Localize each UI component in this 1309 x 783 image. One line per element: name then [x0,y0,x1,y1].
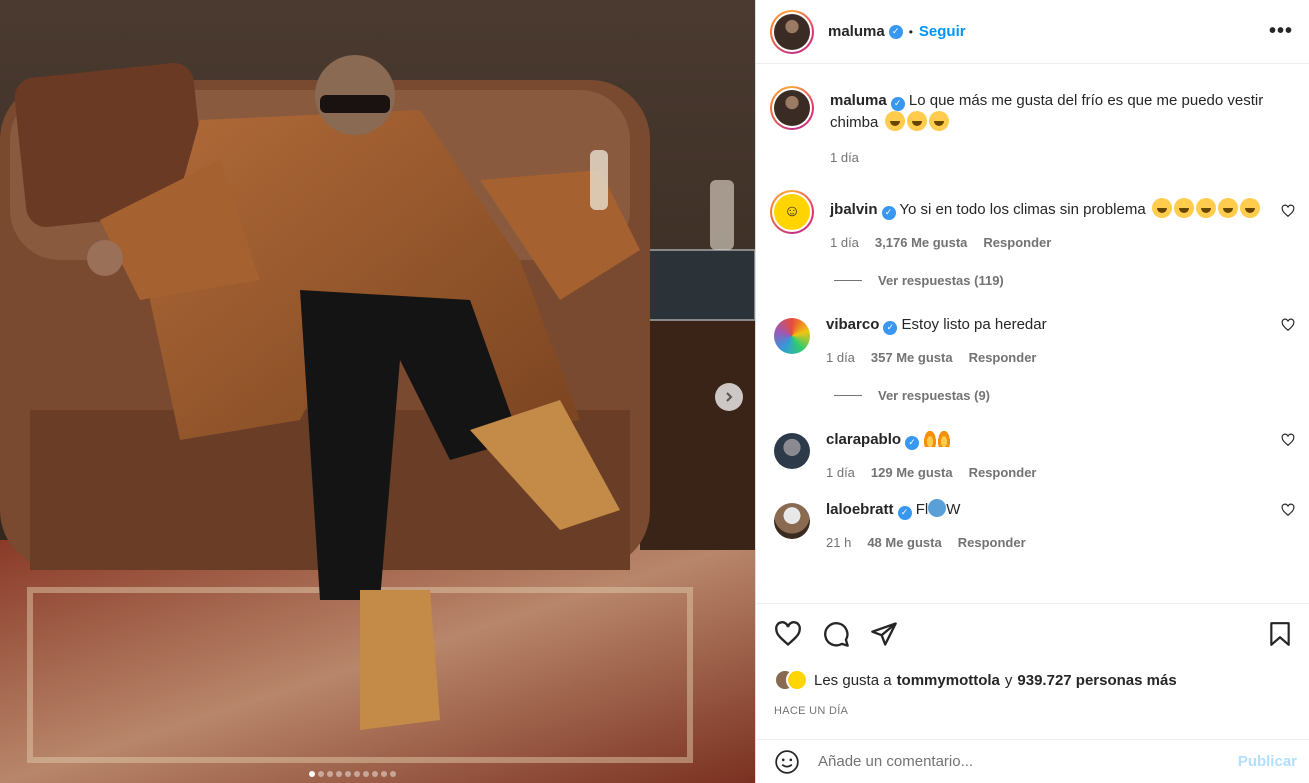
verified-badge-icon: ✓ [881,205,896,220]
comment-avatar[interactable] [774,318,810,354]
carousel-dot [390,771,396,777]
comment-avatar[interactable] [774,433,810,469]
post-image[interactable] [0,0,755,783]
follow-button[interactable]: Seguir [919,23,966,40]
bookmark-icon[interactable] [1267,620,1293,648]
reply-button[interactable]: Responder [958,532,1026,553]
view-replies-button[interactable]: Ver respuestas (9) [834,388,1295,403]
comment-item: laloebratt ✓ Fl W 21 h 48 Me gusta Respond… [770,499,1295,553]
heart-icon[interactable] [1281,503,1295,517]
reply-button[interactable]: Responder [969,462,1037,483]
carousel-indicator [0,771,755,777]
comment-time: 1 día [826,465,855,480]
carousel-dot [354,771,360,777]
comment-time: 1 día [830,235,859,250]
laughing-emoji-icon [1195,198,1216,218]
fire-emoji-icon [923,429,938,447]
verified-badge-icon: ✓ [888,24,903,39]
laughing-emoji-icon [1239,198,1260,218]
verified-badge-icon: ✓ [890,96,905,111]
next-slide-button[interactable] [715,383,743,411]
laughing-emoji-icon [1151,198,1172,218]
comment-likes[interactable]: 3,176 Me gusta [875,232,968,253]
carousel-dot [318,771,324,777]
post-time: HACE UN DÍA [774,705,849,717]
author-username[interactable]: maluma [828,23,885,40]
likes-prefix: Les gusta a [814,671,892,689]
carousel-dot [345,771,351,777]
surfer-emoji-icon [928,499,947,517]
action-bar [774,620,1293,648]
comment-item: clarapablo ✓ 1 día 129 Me gusta Responder [770,429,1295,483]
view-replies-button[interactable]: Ver respuestas (119) [834,273,1295,288]
author-avatar[interactable] [770,86,814,130]
reply-button[interactable]: Responder [983,232,1051,253]
comment-username[interactable]: jbalvin [830,201,878,218]
comment-username[interactable]: clarapablo [826,431,901,448]
comment-avatar[interactable] [774,503,810,539]
liker-avatar [786,669,808,691]
like-heart-icon[interactable] [774,620,802,648]
comment-avatar[interactable]: ☺ [770,190,814,234]
verified-badge-icon: ✓ [897,505,912,520]
photo-illustration [0,0,755,783]
comment-text: Yo si en todo los climas sin problema [899,201,1146,218]
comment-likes[interactable]: 48 Me gusta [867,532,941,553]
laughing-emoji-icon [1173,198,1194,218]
caption: maluma ✓ Lo que más me gusta del frío es … [770,86,1295,168]
publish-button[interactable]: Publicar [1238,753,1297,770]
comment-username[interactable]: laloebratt [826,501,894,518]
emoji-smile-icon[interactable] [774,749,800,775]
comment-text-start: Fl [915,501,929,518]
separator-dot: • [908,24,913,39]
carousel-dot [327,771,333,777]
carousel-dot [309,771,315,777]
carousel-dot [381,771,387,777]
likes-user-link[interactable]: tommymottola [897,672,1000,689]
comments-list[interactable]: maluma ✓ Lo que más me gusta del frío es … [756,64,1309,603]
verified-badge-icon: ✓ [883,320,898,335]
comment-text: Estoy listo pa heredar [901,316,1047,333]
comment-likes[interactable]: 357 Me gusta [871,347,953,368]
comment-time: 21 h [826,535,852,550]
reply-button[interactable]: Responder [969,347,1037,368]
post-side-panel: maluma ✓ • Seguir ••• maluma ✓ Lo que más… [755,0,1309,783]
more-options-icon[interactable]: ••• [1269,20,1293,43]
comment-likes[interactable]: 129 Me gusta [871,462,953,483]
comment-username[interactable]: vibarco [826,316,879,333]
comment-item: ☺ jbalvin ✓ Yo si en todo los climas sin … [770,190,1295,253]
likes-connector: y [1004,671,1013,689]
likes-count-link[interactable]: 939.727 personas más [1017,672,1176,689]
comment-item: vibarco ✓ Estoy listo pa heredar 1 día 35… [770,314,1295,368]
comment-bubble-icon[interactable] [822,620,850,648]
carousel-dot [363,771,369,777]
author-avatar[interactable] [770,9,814,54]
fire-emoji-icon [937,429,952,447]
laughing-emoji-icon [1217,198,1238,218]
share-paper-plane-icon[interactable] [870,620,898,648]
verified-badge-icon: ✓ [905,435,920,450]
laughing-emoji-icon [928,111,949,131]
likes-summary: Les gusta a tommymottola y 939.727 perso… [774,669,1293,691]
comment-text-end: W [946,501,961,518]
heart-icon[interactable] [1281,433,1295,447]
post-dialog: maluma ✓ • Seguir ••• maluma ✓ Lo que más… [0,0,1309,783]
heart-icon[interactable] [1281,204,1295,218]
chevron-right-icon [726,392,733,402]
add-comment-bar: Publicar [756,739,1309,783]
laughing-emoji-icon [884,111,905,131]
carousel-dot [372,771,378,777]
heart-icon[interactable] [1281,318,1295,332]
laughing-emoji-icon [906,111,927,131]
comment-time: 1 día [826,350,855,365]
caption-time: 1 día [830,150,859,165]
post-header: maluma ✓ • Seguir ••• [756,0,1309,64]
comment-input[interactable] [818,753,1238,770]
carousel-dot [336,771,342,777]
caption-username[interactable]: maluma [830,92,887,109]
